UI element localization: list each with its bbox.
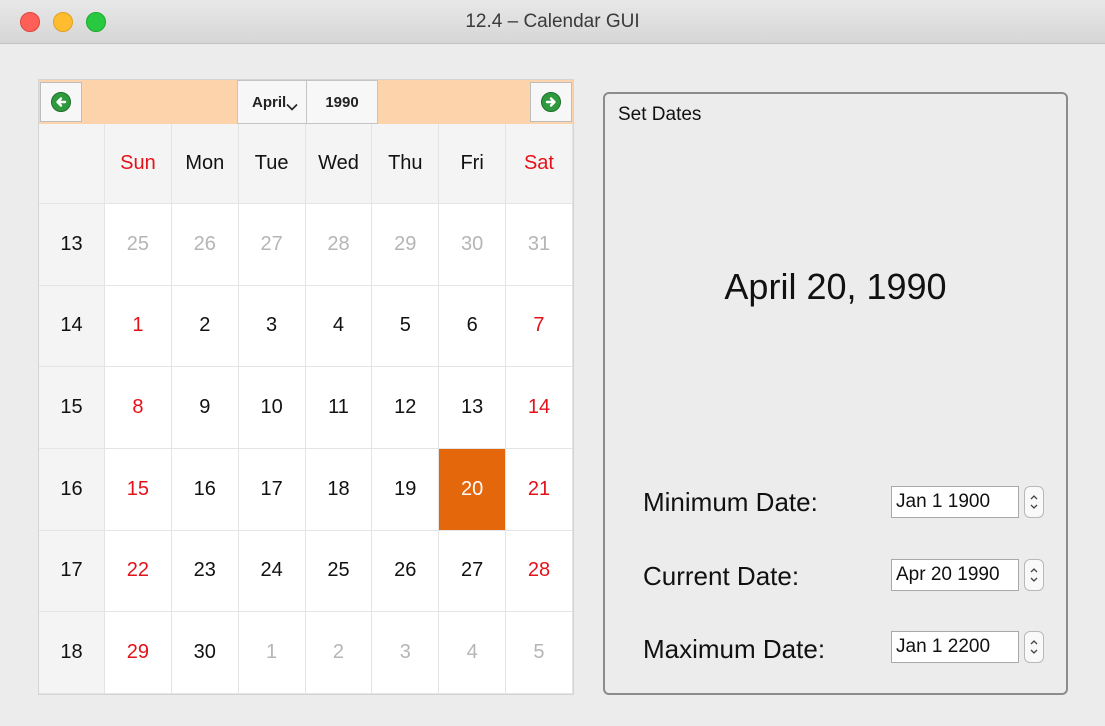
week-number: 15 (39, 367, 105, 449)
day-cell[interactable]: 24 (238, 530, 306, 613)
day-cell[interactable]: 22 (105, 530, 172, 613)
day-cell[interactable]: 10 (238, 367, 306, 449)
left-arrow-circle-icon (51, 92, 71, 112)
current-date-field[interactable]: Apr 20 1990 (891, 559, 1019, 591)
up-down-arrows-icon (1030, 495, 1038, 509)
minimum-date-stepper[interactable] (1024, 486, 1044, 518)
day-cell[interactable]: 18 (305, 448, 373, 531)
day-cell[interactable]: 2 (305, 612, 373, 694)
up-down-arrows-icon (1030, 640, 1038, 654)
day-cell[interactable]: 4 (439, 612, 507, 694)
day-cell[interactable]: 27 (238, 204, 306, 286)
right-arrow-circle-icon (541, 92, 561, 112)
maximum-date-field[interactable]: Jan 1 2200 (891, 631, 1019, 663)
day-header: Fri (439, 124, 507, 204)
month-label: April (252, 94, 287, 111)
week-number: 14 (39, 285, 105, 368)
set-dates-group: Set Dates April 20, 1990 Minimum Date: J… (603, 92, 1068, 695)
day-cell[interactable]: 15 (105, 448, 172, 531)
selected-date-display: April 20, 1990 (724, 266, 947, 307)
app-window: 12.4 – Calendar GUI April 1990 Sun Mon Tue… (0, 0, 1105, 726)
maximum-date-stepper[interactable] (1024, 631, 1044, 663)
day-cell[interactable]: 31 (506, 204, 573, 286)
day-cell[interactable]: 1 (238, 612, 306, 694)
week-number: 16 (39, 448, 105, 531)
day-cell[interactable]: 12 (372, 367, 440, 449)
day-cell[interactable]: 25 (305, 530, 373, 613)
day-cell[interactable]: 25 (105, 204, 172, 286)
day-cell[interactable]: 2 (171, 285, 239, 368)
day-header: Tue (238, 124, 306, 204)
current-date-label: Current Date: (643, 561, 800, 591)
day-cell[interactable]: 16 (171, 448, 239, 531)
day-cell[interactable]: 13 (439, 367, 507, 449)
day-cell[interactable]: 8 (105, 367, 172, 449)
day-cell[interactable]: 28 (305, 204, 373, 286)
day-cell[interactable]: 11 (305, 367, 373, 449)
day-cell[interactable]: 3 (372, 612, 440, 694)
week-number: 13 (39, 204, 105, 286)
day-cell[interactable]: 9 (171, 367, 239, 449)
day-cell[interactable]: 29 (372, 204, 440, 286)
year-selector-button[interactable]: 1990 (306, 80, 378, 124)
day-cell[interactable]: 7 (506, 285, 573, 368)
minimum-date-field[interactable]: Jan 1 1900 (891, 486, 1019, 518)
day-cell[interactable]: 23 (171, 530, 239, 613)
minimum-date-label: Minimum Date: (643, 487, 818, 517)
day-cell[interactable]: 21 (506, 448, 573, 531)
week-number: 17 (39, 530, 105, 613)
day-header: Sun (105, 124, 172, 204)
previous-month-button[interactable] (40, 82, 82, 122)
title-bar: 12.4 – Calendar GUI (0, 0, 1105, 44)
day-cell[interactable]: 28 (506, 530, 573, 613)
day-cell[interactable]: 5 (506, 612, 573, 694)
day-cell[interactable]: 4 (305, 285, 373, 368)
day-cell[interactable]: 1 (105, 285, 172, 368)
day-cell[interactable]: 26 (372, 530, 440, 613)
day-header: Thu (372, 124, 440, 204)
day-cell[interactable]: 26 (171, 204, 239, 286)
day-cell[interactable]: 3 (238, 285, 306, 368)
day-cell[interactable]: 5 (372, 285, 440, 368)
day-header: Wed (305, 124, 373, 204)
window-title: 12.4 – Calendar GUI (465, 11, 640, 32)
day-cell[interactable]: 30 (171, 612, 239, 694)
next-month-button[interactable] (530, 82, 572, 122)
calendar-navigation-bar: April 1990 (39, 80, 573, 124)
month-selector-button[interactable]: April (237, 80, 307, 124)
day-header: Mon (171, 124, 239, 204)
day-cell[interactable]: 29 (105, 612, 172, 694)
day-cell[interactable]: 17 (238, 448, 306, 531)
week-number: 18 (39, 612, 105, 694)
maximum-date-label: Maximum Date: (643, 634, 826, 664)
day-cell[interactable]: 19 (372, 448, 440, 531)
grid-corner (39, 124, 105, 204)
day-cell[interactable]: 6 (439, 285, 507, 368)
day-cell[interactable]: 27 (439, 530, 507, 613)
day-cell[interactable]: 30 (439, 204, 507, 286)
selected-day-cell[interactable]: 20 (439, 448, 507, 531)
day-header: Sat (506, 124, 573, 204)
day-cell[interactable]: 14 (506, 367, 573, 449)
calendar-widget: April 1990 Sun Mon Tue Wed Thu Fri Sat 13 25 26 27… (38, 79, 574, 695)
current-date-stepper[interactable] (1024, 559, 1044, 591)
chevron-down-icon (286, 103, 298, 111)
calendar-grid: Sun Mon Tue Wed Thu Fri Sat 13 25 26 27 28 29 30 31 14 1… (39, 124, 573, 694)
up-down-arrows-icon (1030, 568, 1038, 582)
group-title: Set Dates (618, 104, 702, 125)
